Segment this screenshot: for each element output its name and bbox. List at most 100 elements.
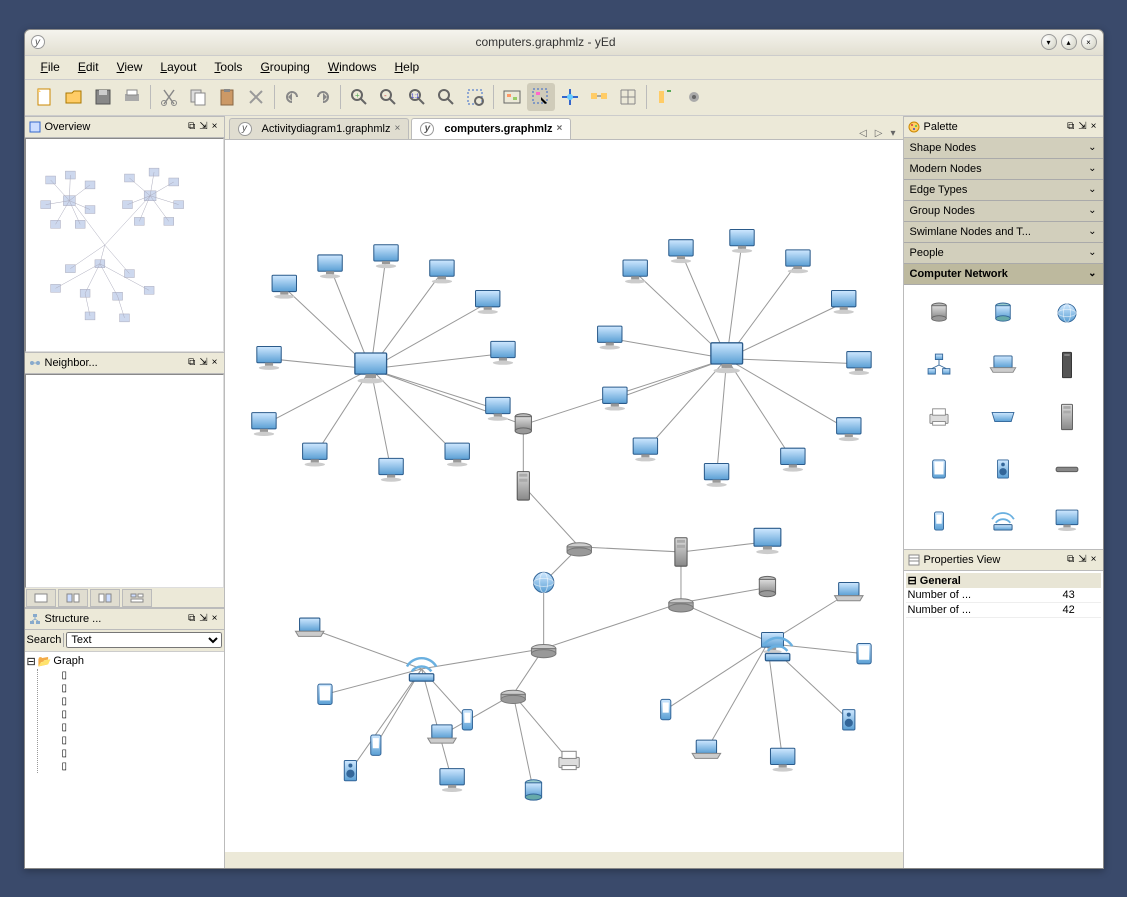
close-icon[interactable]: ×	[1089, 121, 1099, 132]
graph-node-monitor[interactable]	[704, 463, 728, 486]
graph-node-monitor[interactable]	[633, 438, 657, 461]
graph-node-monitor[interactable]	[378, 458, 402, 481]
properties-panel-header[interactable]: Properties View ⧉ ⇲ ×	[904, 549, 1103, 571]
neighbor-body[interactable]	[25, 374, 224, 588]
graph-node-monitor[interactable]	[373, 244, 397, 267]
props-group[interactable]: ⊟ General	[906, 573, 1101, 588]
copy-button[interactable]	[184, 83, 212, 111]
palette-category[interactable]: Swimlane Nodes and T...⌄	[904, 222, 1103, 243]
zoom-11-button[interactable]: 1:1	[403, 83, 431, 111]
props-row[interactable]: Number of ...42	[906, 603, 1101, 618]
overview-panel-header[interactable]: Overview ⧉ ⇲ ×	[25, 116, 224, 138]
close-icon[interactable]: ×	[210, 121, 220, 132]
palette-category[interactable]: Edge Types⌄	[904, 180, 1103, 201]
tab-next-icon[interactable]: ▷	[872, 128, 886, 139]
tree-item[interactable]: ▯	[38, 669, 222, 682]
delete-button[interactable]	[242, 83, 270, 111]
zoom-sel-button[interactable]	[461, 83, 489, 111]
graph-node-laptop[interactable]	[692, 740, 720, 758]
graph-node-monitor[interactable]	[251, 412, 275, 435]
tree-item[interactable]: ▯	[38, 721, 222, 734]
graph-node-monitor[interactable]	[354, 352, 386, 382]
menu-windows[interactable]: Windows	[320, 57, 385, 77]
graph-svg[interactable]	[225, 140, 903, 852]
pal-modem-icon[interactable]	[1039, 449, 1095, 489]
pal-tower-icon[interactable]	[1039, 345, 1095, 385]
pal-monitor-icon[interactable]	[1039, 501, 1095, 541]
pal-speaker-icon[interactable]	[975, 449, 1031, 489]
close-icon[interactable]: ×	[210, 613, 220, 624]
tree-root[interactable]: ⊟ 📂 Graph	[27, 654, 222, 669]
graph-node-router[interactable]	[668, 598, 692, 611]
dock-icon[interactable]: ⧉	[1065, 554, 1076, 565]
save-button[interactable]	[89, 83, 117, 111]
graph-node-phone[interactable]	[462, 709, 472, 729]
tab-prev-icon[interactable]: ◁	[856, 128, 870, 139]
graph-node-db[interactable]	[515, 413, 531, 433]
graph-node-monitor[interactable]	[485, 397, 509, 420]
zoom-fit-button[interactable]	[432, 83, 460, 111]
menu-view[interactable]: View	[109, 57, 151, 77]
pal-network-icon[interactable]	[912, 345, 968, 385]
overview-minimap[interactable]	[26, 139, 223, 351]
pal-scanner-icon[interactable]	[975, 397, 1031, 437]
pal-laptop-icon[interactable]	[975, 345, 1031, 385]
menu-edit[interactable]: Edit	[70, 57, 107, 77]
graph-node-globe[interactable]	[533, 572, 553, 592]
tree-item[interactable]: ▯	[38, 682, 222, 695]
graph-node-laptop[interactable]	[834, 582, 862, 600]
overview-body[interactable]	[25, 138, 224, 352]
graph-node-monitor[interactable]	[602, 387, 626, 410]
view-tab-4[interactable]	[122, 589, 152, 607]
graph-node-monitor[interactable]	[429, 260, 453, 283]
close-button[interactable]: ×	[1081, 34, 1097, 50]
layout-a-button[interactable]	[651, 83, 679, 111]
edge-mode-button[interactable]	[585, 83, 613, 111]
tree-item[interactable]: ▯	[38, 747, 222, 760]
graph-node-monitor[interactable]	[597, 326, 621, 349]
graph-node-tablet[interactable]	[856, 643, 870, 663]
redo-button[interactable]	[308, 83, 336, 111]
pin-icon[interactable]: ⇲	[197, 357, 209, 368]
view-tab-3[interactable]	[90, 589, 120, 607]
tree-item[interactable]: ▯	[38, 708, 222, 721]
cut-button[interactable]	[155, 83, 183, 111]
select-mode-button[interactable]	[527, 83, 555, 111]
graph-node-monitor[interactable]	[475, 290, 499, 313]
palette-panel-header[interactable]: Palette ⧉ ⇲ ×	[904, 116, 1103, 138]
graph-node-monitor[interactable]	[444, 443, 468, 466]
pin-icon[interactable]: ⇲	[197, 121, 209, 132]
graph-node-monitor[interactable]	[439, 768, 463, 791]
menu-layout[interactable]: Layout	[152, 57, 204, 77]
view-tab-2[interactable]	[58, 589, 88, 607]
graph-node-monitor[interactable]	[668, 239, 692, 262]
zoom-out-button[interactable]: -	[374, 83, 402, 111]
pal-tablet-icon[interactable]	[912, 449, 968, 489]
pal-wifi-icon[interactable]	[975, 501, 1031, 541]
pal-globe-icon[interactable]	[1039, 293, 1095, 333]
neighbor-panel-header[interactable]: Neighbor... ⧉ ⇲ ×	[25, 352, 224, 374]
graph-node-router[interactable]	[531, 644, 555, 657]
palette-category[interactable]: People⌄	[904, 243, 1103, 264]
close-icon[interactable]: ×	[210, 357, 220, 368]
graph-node-monitor[interactable]	[729, 229, 753, 252]
pin-icon[interactable]: ⇲	[1076, 554, 1088, 565]
view-tab-1[interactable]	[26, 589, 56, 607]
tab-close-icon[interactable]: ×	[395, 123, 401, 134]
expand-icon[interactable]: ⊟	[27, 655, 36, 668]
editor-canvas[interactable]	[225, 140, 903, 852]
pal-printer-icon[interactable]	[912, 397, 968, 437]
graph-node-router[interactable]	[567, 542, 591, 555]
fit-content-button[interactable]	[498, 83, 526, 111]
graph-node-monitor[interactable]	[302, 443, 326, 466]
graph-node-monitor[interactable]	[770, 748, 794, 771]
graph-node-monitor[interactable]	[831, 290, 855, 313]
graph-node-printer[interactable]	[558, 751, 578, 769]
structure-panel-header[interactable]: Structure ... ⧉ ⇲ ×	[25, 608, 224, 630]
pan-mode-button[interactable]	[556, 83, 584, 111]
palette-category[interactable]: Group Nodes⌄	[904, 201, 1103, 222]
pal-phone-icon[interactable]	[912, 501, 968, 541]
settings-button[interactable]	[680, 83, 708, 111]
graph-node-monitor[interactable]	[836, 417, 860, 440]
structure-tree[interactable]: ⊟ 📂 Graph ▯ ▯ ▯ ▯ ▯ ▯ ▯ ▯	[25, 652, 224, 868]
